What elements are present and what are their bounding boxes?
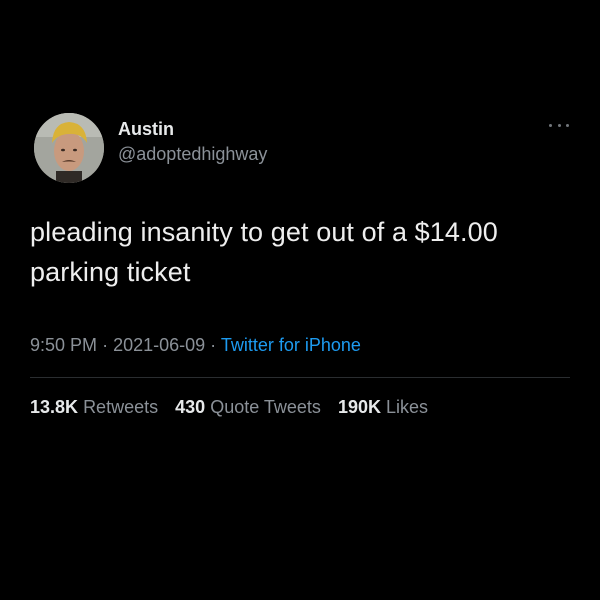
- retweets-label: Retweets: [83, 397, 159, 417]
- retweets-count: 13.8K: [30, 397, 79, 417]
- avatar[interactable]: [34, 113, 104, 183]
- tweet-card: Austin @adoptedhighway pleading insanity…: [0, 0, 600, 600]
- likes-label: Likes: [385, 397, 429, 417]
- quote-tweets-count: 430: [175, 397, 206, 417]
- divider: [30, 377, 570, 378]
- likes-stat[interactable]: 190K Likes: [338, 395, 428, 419]
- meta-separator: ·: [210, 335, 217, 355]
- quote-tweets-label: Quote Tweets: [210, 397, 321, 417]
- tweet-source-link[interactable]: Twitter for iPhone: [221, 335, 361, 355]
- tweet-author[interactable]: Austin @adoptedhighway: [118, 118, 267, 165]
- meta-separator: ·: [102, 335, 109, 355]
- author-display-name[interactable]: Austin: [118, 118, 267, 140]
- more-dot: [566, 123, 569, 127]
- avatar-image: [34, 113, 104, 183]
- tweet-text: pleading insanity to get out of a $14.00…: [30, 212, 575, 292]
- author-handle[interactable]: @adoptedhighway: [118, 143, 267, 165]
- tweet-text-line: pleading insanity to get out of a $14.00: [30, 217, 498, 247]
- tweet-stats: 13.8K Retweets 430 Quote Tweets 190K Lik…: [30, 395, 440, 419]
- retweets-stat[interactable]: 13.8K Retweets: [30, 395, 158, 419]
- more-dot: [549, 123, 552, 127]
- more-options-icon[interactable]: [549, 118, 569, 132]
- tweet-date[interactable]: 2021-06-09: [113, 335, 205, 355]
- tweet-time[interactable]: 9:50 PM: [30, 335, 97, 355]
- tweet-metadata: 9:50 PM · 2021-06-09 · Twitter for iPhon…: [30, 333, 361, 357]
- more-dot: [557, 123, 561, 127]
- quote-tweets-stat[interactable]: 430 Quote Tweets: [175, 395, 321, 419]
- tweet-text-line: parking ticket: [30, 257, 191, 287]
- likes-count: 190K: [337, 397, 381, 417]
